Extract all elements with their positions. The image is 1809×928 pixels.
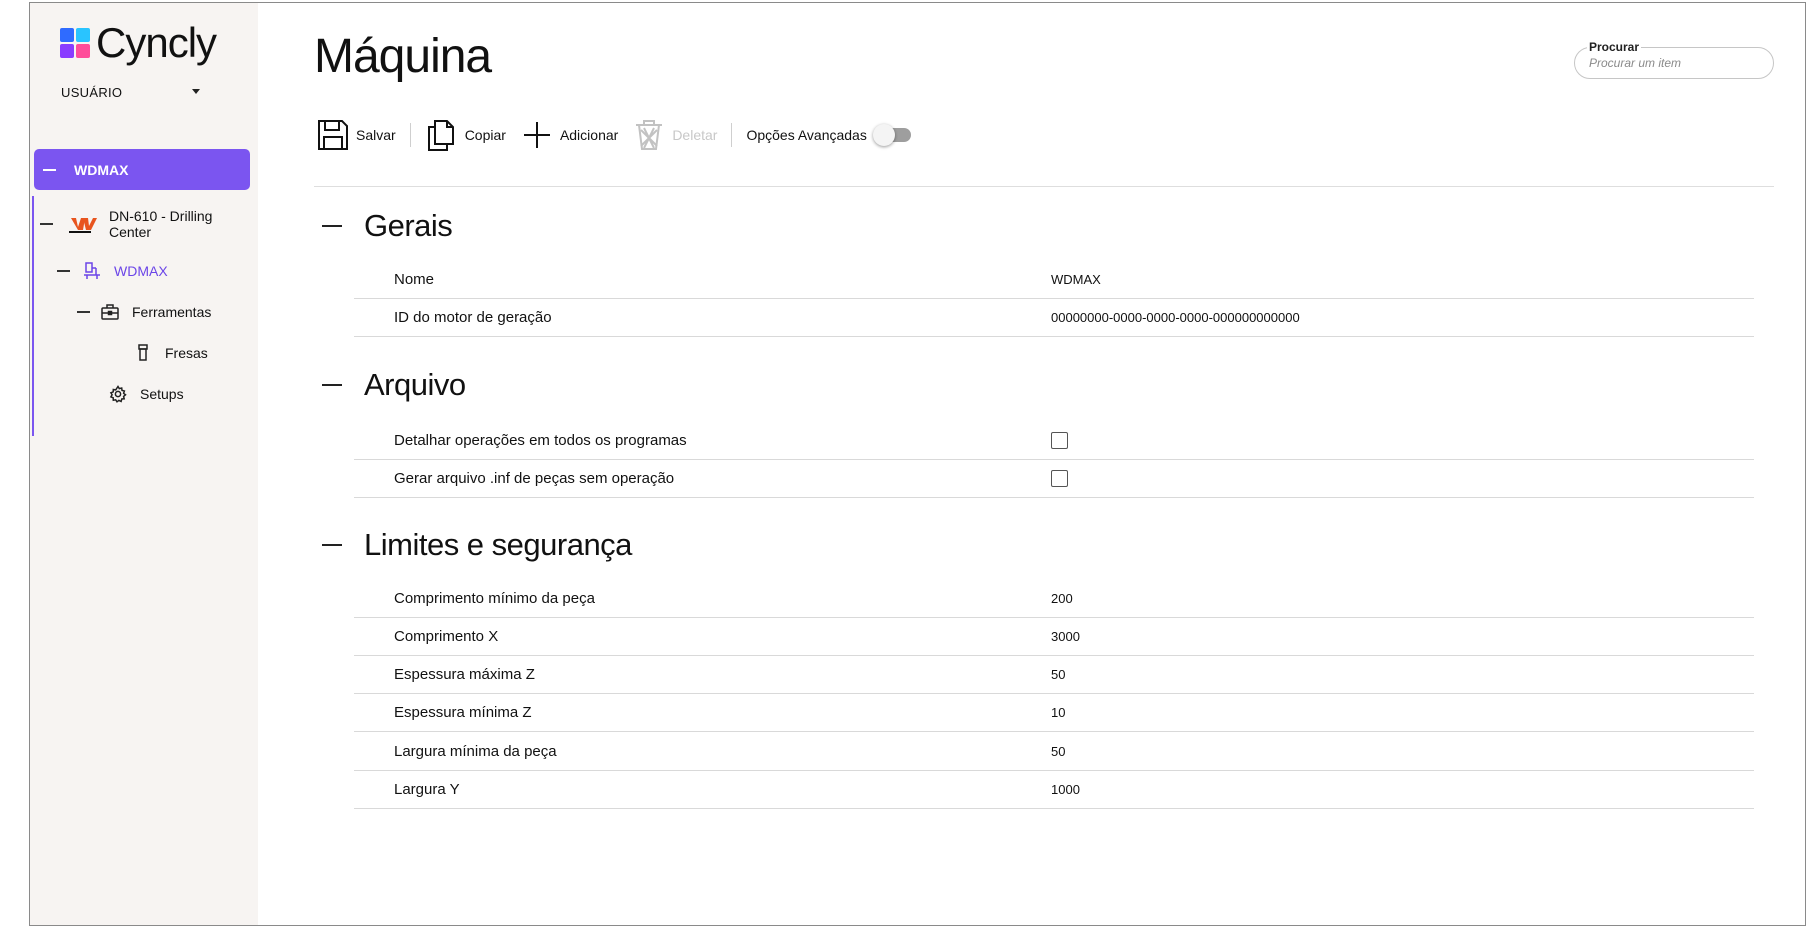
brand-logo: Cyncly xyxy=(60,19,217,67)
tree-guide-line xyxy=(32,196,34,436)
mill-bit-icon xyxy=(133,343,153,363)
tree-item-root[interactable]: WDMAX xyxy=(34,149,250,190)
property-checkbox[interactable] xyxy=(1051,470,1068,487)
trash-icon xyxy=(632,118,666,152)
property-label: ID do motor de geração xyxy=(394,309,552,326)
search-label: Procurar xyxy=(1587,40,1642,54)
property-value[interactable]: 3000 xyxy=(1051,629,1080,644)
property-value[interactable]: 50 xyxy=(1051,667,1065,682)
toolbar-divider xyxy=(731,123,733,147)
property-label: Detalhar operações em todos os programas xyxy=(394,432,687,449)
property-label: Gerar arquivo .inf de peças sem operação xyxy=(394,470,675,487)
property-value[interactable]: WDMAX xyxy=(1051,272,1101,287)
property-row: Espessura máxima Z 50 xyxy=(354,656,1754,694)
gear-icon xyxy=(108,384,128,404)
collapse-icon[interactable] xyxy=(322,384,342,386)
property-checkbox[interactable] xyxy=(1051,432,1068,449)
section-title: Gerais xyxy=(364,208,453,243)
collapse-icon[interactable] xyxy=(77,311,90,313)
advanced-options-toggle[interactable] xyxy=(872,124,911,146)
collapse-icon[interactable] xyxy=(322,544,342,546)
tree-item-label: DN-610 - Drilling Center xyxy=(109,208,213,240)
header-divider xyxy=(314,186,1774,187)
toolbar-divider xyxy=(409,123,411,147)
collapse-icon[interactable] xyxy=(40,223,53,225)
property-value[interactable]: 1000 xyxy=(1051,782,1080,797)
collapse-icon[interactable] xyxy=(57,270,70,272)
tree-item-tools[interactable]: Ferramentas xyxy=(77,302,211,322)
property-value[interactable]: 200 xyxy=(1051,591,1073,606)
delete-label: Deletar xyxy=(672,127,718,143)
tree-item-label: Fresas xyxy=(165,345,208,361)
brand-name: Cyncly xyxy=(96,19,217,66)
main-content: Máquina Procurar Salvar xyxy=(258,3,1805,925)
toolbar: Salvar Copiar Adicionar Deletar Opções A… xyxy=(316,115,911,155)
save-icon xyxy=(316,118,350,152)
user-menu[interactable]: USUÁRIO xyxy=(61,85,122,100)
property-row: Nome WDMAX xyxy=(354,261,1754,299)
section-gerais-header[interactable]: Gerais xyxy=(322,208,453,244)
add-button[interactable]: Adicionar xyxy=(520,118,618,152)
sidebar: Cyncly USUÁRIO WDMAX DN-610 - Drilling C… xyxy=(30,3,258,925)
delete-button[interactable]: Deletar xyxy=(632,118,717,152)
section-title: Limites e segurança xyxy=(364,527,632,562)
add-label: Adicionar xyxy=(559,127,619,143)
tree-item-machine[interactable]: DN-610 - Drilling Center xyxy=(40,208,250,240)
search-box[interactable]: Procurar xyxy=(1574,40,1774,79)
property-row: Comprimento X 3000 xyxy=(354,618,1754,656)
toolbox-icon xyxy=(100,302,120,322)
property-row: Gerar arquivo .inf de peças sem operação xyxy=(354,460,1754,498)
section-title: Arquivo xyxy=(364,367,466,402)
tree-item-label: WDMAX xyxy=(114,263,168,279)
section-arquivo-header[interactable]: Arquivo xyxy=(322,367,466,403)
copy-label: Copiar xyxy=(464,127,506,143)
property-label: Comprimento X xyxy=(394,628,499,645)
tree-item-label: WDMAX xyxy=(74,161,129,178)
property-row: Espessura mínima Z 10 xyxy=(354,694,1754,732)
property-row: Comprimento mínimo da peça 200 xyxy=(354,580,1754,618)
tree-item-label: Ferramentas xyxy=(132,304,212,320)
tree-item-setups[interactable]: Setups xyxy=(108,384,184,404)
property-label: Largura Y xyxy=(394,781,460,798)
property-row: Largura Y 1000 xyxy=(354,771,1754,809)
collapse-icon[interactable] xyxy=(43,168,56,171)
tree-item-mills[interactable]: Fresas xyxy=(133,343,208,363)
property-label: Nome xyxy=(394,271,435,288)
tree-item-label: Setups xyxy=(140,386,184,402)
property-label: Comprimento mínimo da peça xyxy=(394,590,595,607)
property-label: Espessura mínima Z xyxy=(394,704,532,721)
save-label: Salvar xyxy=(356,127,396,143)
save-button[interactable]: Salvar xyxy=(316,118,396,152)
caret-down-icon[interactable] xyxy=(192,89,200,94)
search-input[interactable] xyxy=(1589,56,1759,70)
property-row: Detalhar operações em todos os programas xyxy=(354,422,1754,460)
advanced-options-label: Opções Avançadas xyxy=(746,127,867,143)
plus-icon xyxy=(520,118,554,152)
machine-brand-icon xyxy=(69,214,97,234)
cyncly-logo-icon xyxy=(60,28,90,58)
property-label: Espessura máxima Z xyxy=(394,666,535,683)
copy-icon xyxy=(425,118,459,152)
tree-item-model[interactable]: WDMAX xyxy=(57,261,168,281)
property-value[interactable]: 50 xyxy=(1051,744,1065,759)
machine-icon xyxy=(82,261,102,281)
property-label: Largura mínima da peça xyxy=(394,743,557,760)
property-row: Largura mínima da peça 50 xyxy=(354,733,1754,771)
property-row: ID do motor de geração 00000000-0000-000… xyxy=(354,299,1754,337)
app-window: Cyncly USUÁRIO WDMAX DN-610 - Drilling C… xyxy=(29,2,1806,926)
page-title: Máquina xyxy=(314,30,492,83)
collapse-icon[interactable] xyxy=(322,225,342,227)
toggle-knob[interactable] xyxy=(872,124,895,146)
property-value[interactable]: 00000000-0000-0000-0000-000000000000 xyxy=(1051,310,1300,325)
copy-button[interactable]: Copiar xyxy=(425,118,506,152)
section-limites-header[interactable]: Limites e segurança xyxy=(322,527,632,563)
property-value[interactable]: 10 xyxy=(1051,705,1065,720)
